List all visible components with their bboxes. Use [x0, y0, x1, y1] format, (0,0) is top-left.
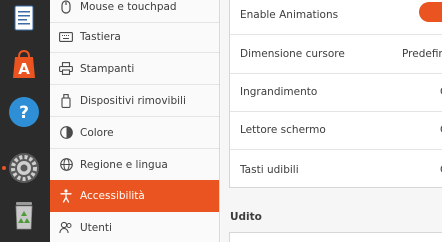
removable-media-icon	[50, 93, 80, 108]
sidebar-item-label: Tastiera	[80, 30, 121, 43]
printer-icon	[50, 62, 80, 75]
enable-animations-row[interactable]: Enable Animations	[230, 0, 442, 35]
sidebar-item-label: Mouse e touchpad	[80, 0, 177, 13]
settings-sidebar: Mouse e touchpad Tastiera Stampanti Disp…	[50, 0, 220, 242]
screen-reader-row[interactable]: Lettore schermo O	[230, 111, 442, 150]
svg-text:?: ?	[19, 103, 29, 123]
dock: A ?	[0, 0, 50, 242]
row-label: Dimensione cursore	[240, 48, 345, 60]
sidebar-item-users[interactable]: Utenti	[50, 212, 219, 242]
sidebar-item-region-language[interactable]: Regione e lingua	[50, 149, 219, 181]
trash-icon[interactable]	[7, 198, 41, 232]
sound-keys-row[interactable]: Tasti udibili O	[230, 150, 442, 189]
row-label: Lettore schermo	[240, 124, 326, 136]
row-label: Ingrandimento	[240, 86, 318, 98]
sidebar-item-label: Utenti	[80, 221, 112, 234]
color-icon	[50, 126, 80, 139]
sidebar-item-label: Stampanti	[80, 62, 135, 75]
running-indicator	[2, 166, 6, 170]
hearing-card	[229, 232, 442, 242]
accessibility-panel: Enable Animations Dimensione cursore Pre…	[221, 0, 442, 242]
sidebar-item-mouse[interactable]: Mouse e touchpad	[50, 0, 219, 23]
svg-text:A: A	[18, 60, 30, 78]
zoom-row[interactable]: Ingrandimento O	[230, 73, 442, 112]
document-viewer-icon[interactable]	[7, 4, 41, 38]
sidebar-item-printers[interactable]: Stampanti	[50, 53, 219, 85]
section-title-hearing: Udito	[230, 211, 262, 223]
settings-card: Enable Animations Dimensione cursore Pre…	[229, 0, 442, 188]
sidebar-item-label: Accessibilità	[80, 189, 145, 202]
sidebar-item-color[interactable]: Colore	[50, 117, 219, 149]
row-value: Predefin	[402, 48, 442, 60]
keyboard-icon	[50, 31, 80, 42]
sidebar-item-removable-media[interactable]: Dispositivi rimovibili	[50, 85, 219, 117]
sidebar-item-accessibility[interactable]: Accessibilità	[50, 180, 219, 212]
cursor-size-row[interactable]: Dimensione cursore Predefin	[230, 35, 442, 74]
sidebar-item-keyboard[interactable]: Tastiera	[50, 21, 219, 53]
mouse-icon	[50, 0, 80, 14]
globe-icon	[50, 158, 80, 171]
software-center-icon[interactable]: A	[7, 48, 41, 82]
sidebar-item-label: Dispositivi rimovibili	[80, 94, 186, 107]
sidebar-item-label: Regione e lingua	[80, 158, 168, 171]
row-label: Tasti udibili	[240, 163, 299, 176]
help-icon[interactable]: ?	[7, 95, 41, 129]
row-label: Enable Animations	[240, 9, 339, 21]
users-icon	[50, 221, 80, 234]
enable-animations-toggle[interactable]	[419, 2, 442, 22]
accessibility-icon	[50, 188, 80, 203]
sidebar-item-label: Colore	[80, 126, 114, 139]
settings-icon[interactable]	[7, 151, 41, 185]
